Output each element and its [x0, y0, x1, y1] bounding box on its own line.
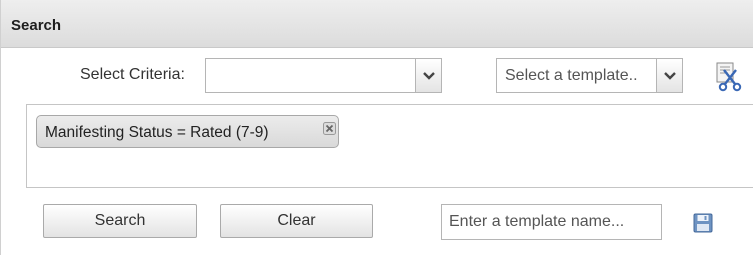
criteria-chip[interactable]: Manifesting Status = Rated (7-9) — [36, 115, 339, 148]
template-name-input[interactable] — [441, 204, 662, 240]
chevron-down-icon — [663, 71, 676, 80]
remove-chip-button[interactable] — [323, 122, 336, 135]
template-select-value: Select a template.. — [505, 67, 638, 84]
clear-button[interactable]: Clear — [220, 204, 373, 238]
save-template-button[interactable] — [692, 211, 714, 235]
criteria-select[interactable] — [205, 58, 442, 93]
criteria-dropdown-button[interactable] — [415, 59, 441, 92]
search-button[interactable]: Search — [43, 204, 197, 238]
close-icon — [323, 122, 336, 135]
chevron-down-icon — [422, 71, 435, 80]
clear-criteria-button[interactable] — [713, 61, 743, 93]
criteria-chip-label: Manifesting Status = Rated (7-9) — [45, 124, 269, 141]
template-select[interactable]: Select a template.. — [496, 58, 683, 93]
scissors-document-icon — [716, 62, 742, 92]
panel-title: Search — [11, 17, 62, 34]
floppy-disk-icon — [693, 213, 713, 233]
select-criteria-label: Select Criteria: — [80, 66, 185, 83]
search-panel: Search Select Criteria: Select a templat… — [0, 0, 753, 255]
template-dropdown-button[interactable] — [656, 59, 682, 92]
panel-header: Search — [1, 0, 753, 48]
criteria-list: Manifesting Status = Rated (7-9) — [26, 104, 753, 188]
